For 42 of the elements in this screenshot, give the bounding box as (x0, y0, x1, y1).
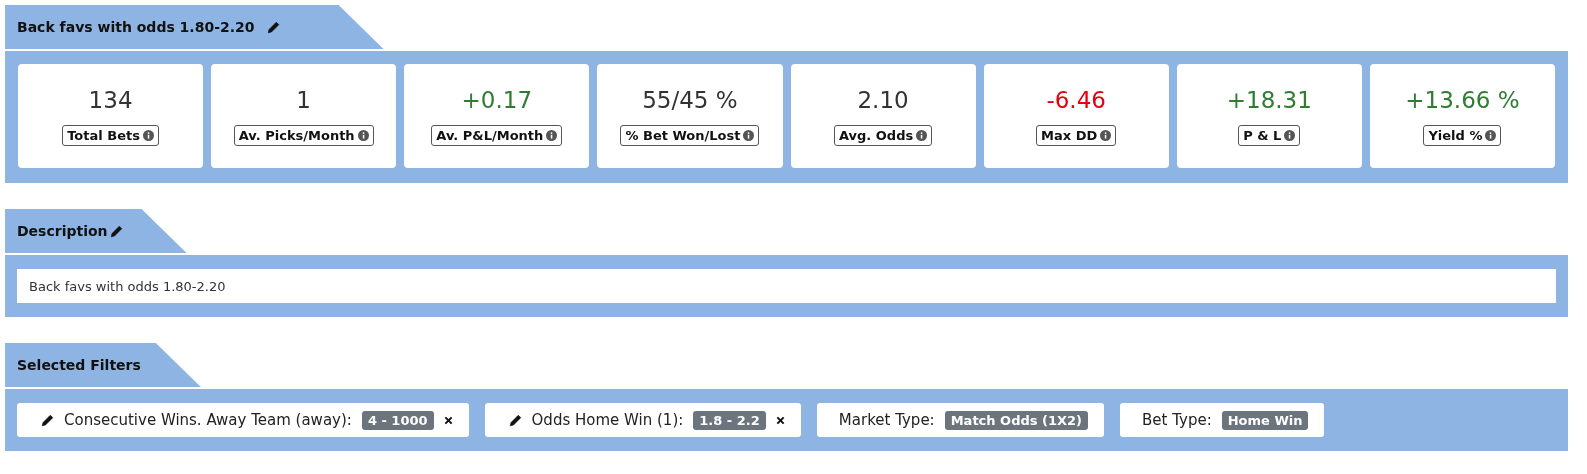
info-icon[interactable] (357, 129, 369, 141)
pencil-icon[interactable] (41, 413, 54, 427)
filter-label: Market Type: (838, 411, 935, 429)
stat-label[interactable]: Av. P&L/Month (431, 124, 563, 146)
pencil-icon[interactable] (266, 20, 280, 34)
info-icon[interactable] (743, 129, 755, 141)
stat-value: 55/45 % (642, 86, 738, 113)
stat-label[interactable]: % Bet Won/Lost (620, 124, 760, 146)
stat-label[interactable]: P & L (1238, 124, 1301, 146)
stat-value: +18.31 (1226, 86, 1312, 113)
filter-value: Match Odds (1X2) (944, 410, 1088, 430)
pencil-icon[interactable] (109, 224, 123, 238)
close-icon[interactable] (443, 415, 453, 425)
stat-label[interactable]: Yield % (1423, 124, 1502, 146)
stat-value: +13.66 % (1405, 86, 1520, 113)
filter-value: 4 - 1000 (361, 410, 434, 430)
description-field[interactable]: Back favs with odds 1.80-2.20 (17, 269, 1556, 303)
info-icon[interactable] (1485, 129, 1497, 141)
stat-value: +0.17 (461, 86, 533, 113)
stat-value: 134 (88, 86, 133, 113)
stat-label[interactable]: Total Bets (62, 124, 159, 146)
stat-label[interactable]: Avg. Odds (833, 124, 933, 146)
pencil-icon[interactable] (508, 413, 522, 427)
stat-value: 1 (296, 86, 311, 113)
info-icon[interactable] (1284, 129, 1296, 141)
filter-value: Home Win (1221, 410, 1309, 430)
stat-value: -6.46 (1046, 86, 1106, 113)
stat-label[interactable]: Max DD (1036, 124, 1117, 146)
info-icon[interactable] (142, 129, 154, 141)
filter-label: Odds Home Win (1): (531, 411, 684, 429)
info-icon[interactable] (916, 129, 928, 141)
filter-label: Consecutive Wins. Away Team (away): (64, 411, 352, 429)
filter-label: Bet Type: (1142, 411, 1212, 429)
stat-label[interactable]: Av. Picks/Month (233, 124, 374, 146)
section-title: Description (17, 223, 108, 239)
filter-value: 1.8 - 2.2 (693, 410, 766, 430)
info-icon[interactable] (546, 129, 558, 141)
info-icon[interactable] (1100, 129, 1112, 141)
section-title: Back favs with odds 1.80-2.20 (17, 19, 255, 35)
stat-value: 2.10 (857, 86, 909, 113)
close-icon[interactable] (775, 415, 785, 425)
section-title: Selected Filters (17, 357, 141, 373)
